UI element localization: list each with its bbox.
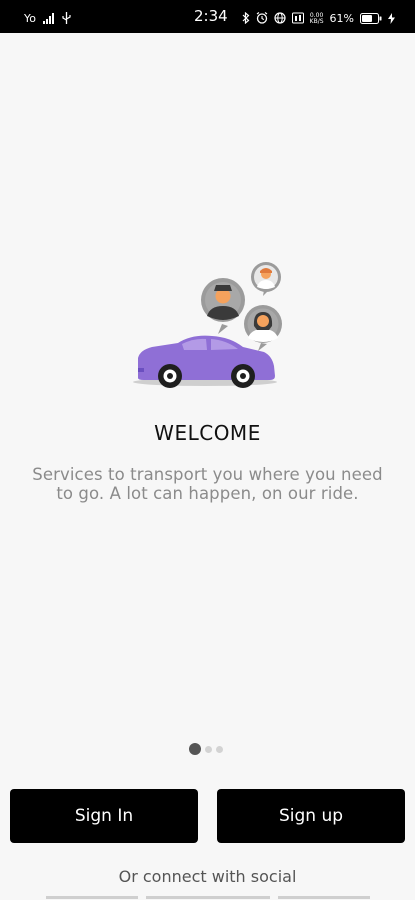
social-button[interactable] xyxy=(278,896,370,899)
status-bar: Yo 2:34 0.00 KB/S 61% xyxy=(0,0,415,33)
driver-avatar-icon xyxy=(201,278,245,334)
usb-icon xyxy=(62,9,71,28)
status-time: 2:34 xyxy=(194,7,228,25)
charging-icon xyxy=(388,9,395,28)
welcome-description: Services to transport you where you need… xyxy=(0,465,415,503)
passenger-avatar-icon xyxy=(251,262,281,296)
globe-icon xyxy=(274,9,286,28)
data-speed: 0.00 KB/S xyxy=(309,12,324,25)
welcome-title: WELCOME xyxy=(154,421,261,445)
page-dot[interactable] xyxy=(216,745,223,753)
page-indicator xyxy=(189,743,223,755)
bluetooth-icon xyxy=(242,9,250,28)
status-right: 0.00 KB/S 61% xyxy=(242,9,395,28)
welcome-description-line: Services to transport you where you need xyxy=(32,465,383,484)
sign-in-button[interactable]: Sign In xyxy=(10,789,198,843)
rider-avatar-icon xyxy=(244,305,282,351)
battery-icon xyxy=(360,9,382,28)
social-button[interactable] xyxy=(146,896,270,899)
social-button[interactable] xyxy=(46,896,138,899)
welcome-description-line: to go. A lot can happen, on our ride. xyxy=(56,484,359,503)
status-left: Yo xyxy=(24,9,71,28)
social-connect-label: Or connect with social xyxy=(118,867,297,886)
page-dot-active[interactable] xyxy=(189,743,201,755)
alarm-icon xyxy=(256,9,268,28)
sign-up-button[interactable]: Sign up xyxy=(217,789,405,843)
battery-percent: 61% xyxy=(329,11,354,25)
data-speed-unit: KB/S xyxy=(309,17,324,25)
network-label: Yo xyxy=(24,11,36,25)
signal-icon xyxy=(43,9,55,28)
welcome-illustration xyxy=(130,258,290,394)
social-buttons-row xyxy=(46,896,370,899)
network-type-icon xyxy=(291,9,304,28)
page-dot[interactable] xyxy=(205,745,212,753)
